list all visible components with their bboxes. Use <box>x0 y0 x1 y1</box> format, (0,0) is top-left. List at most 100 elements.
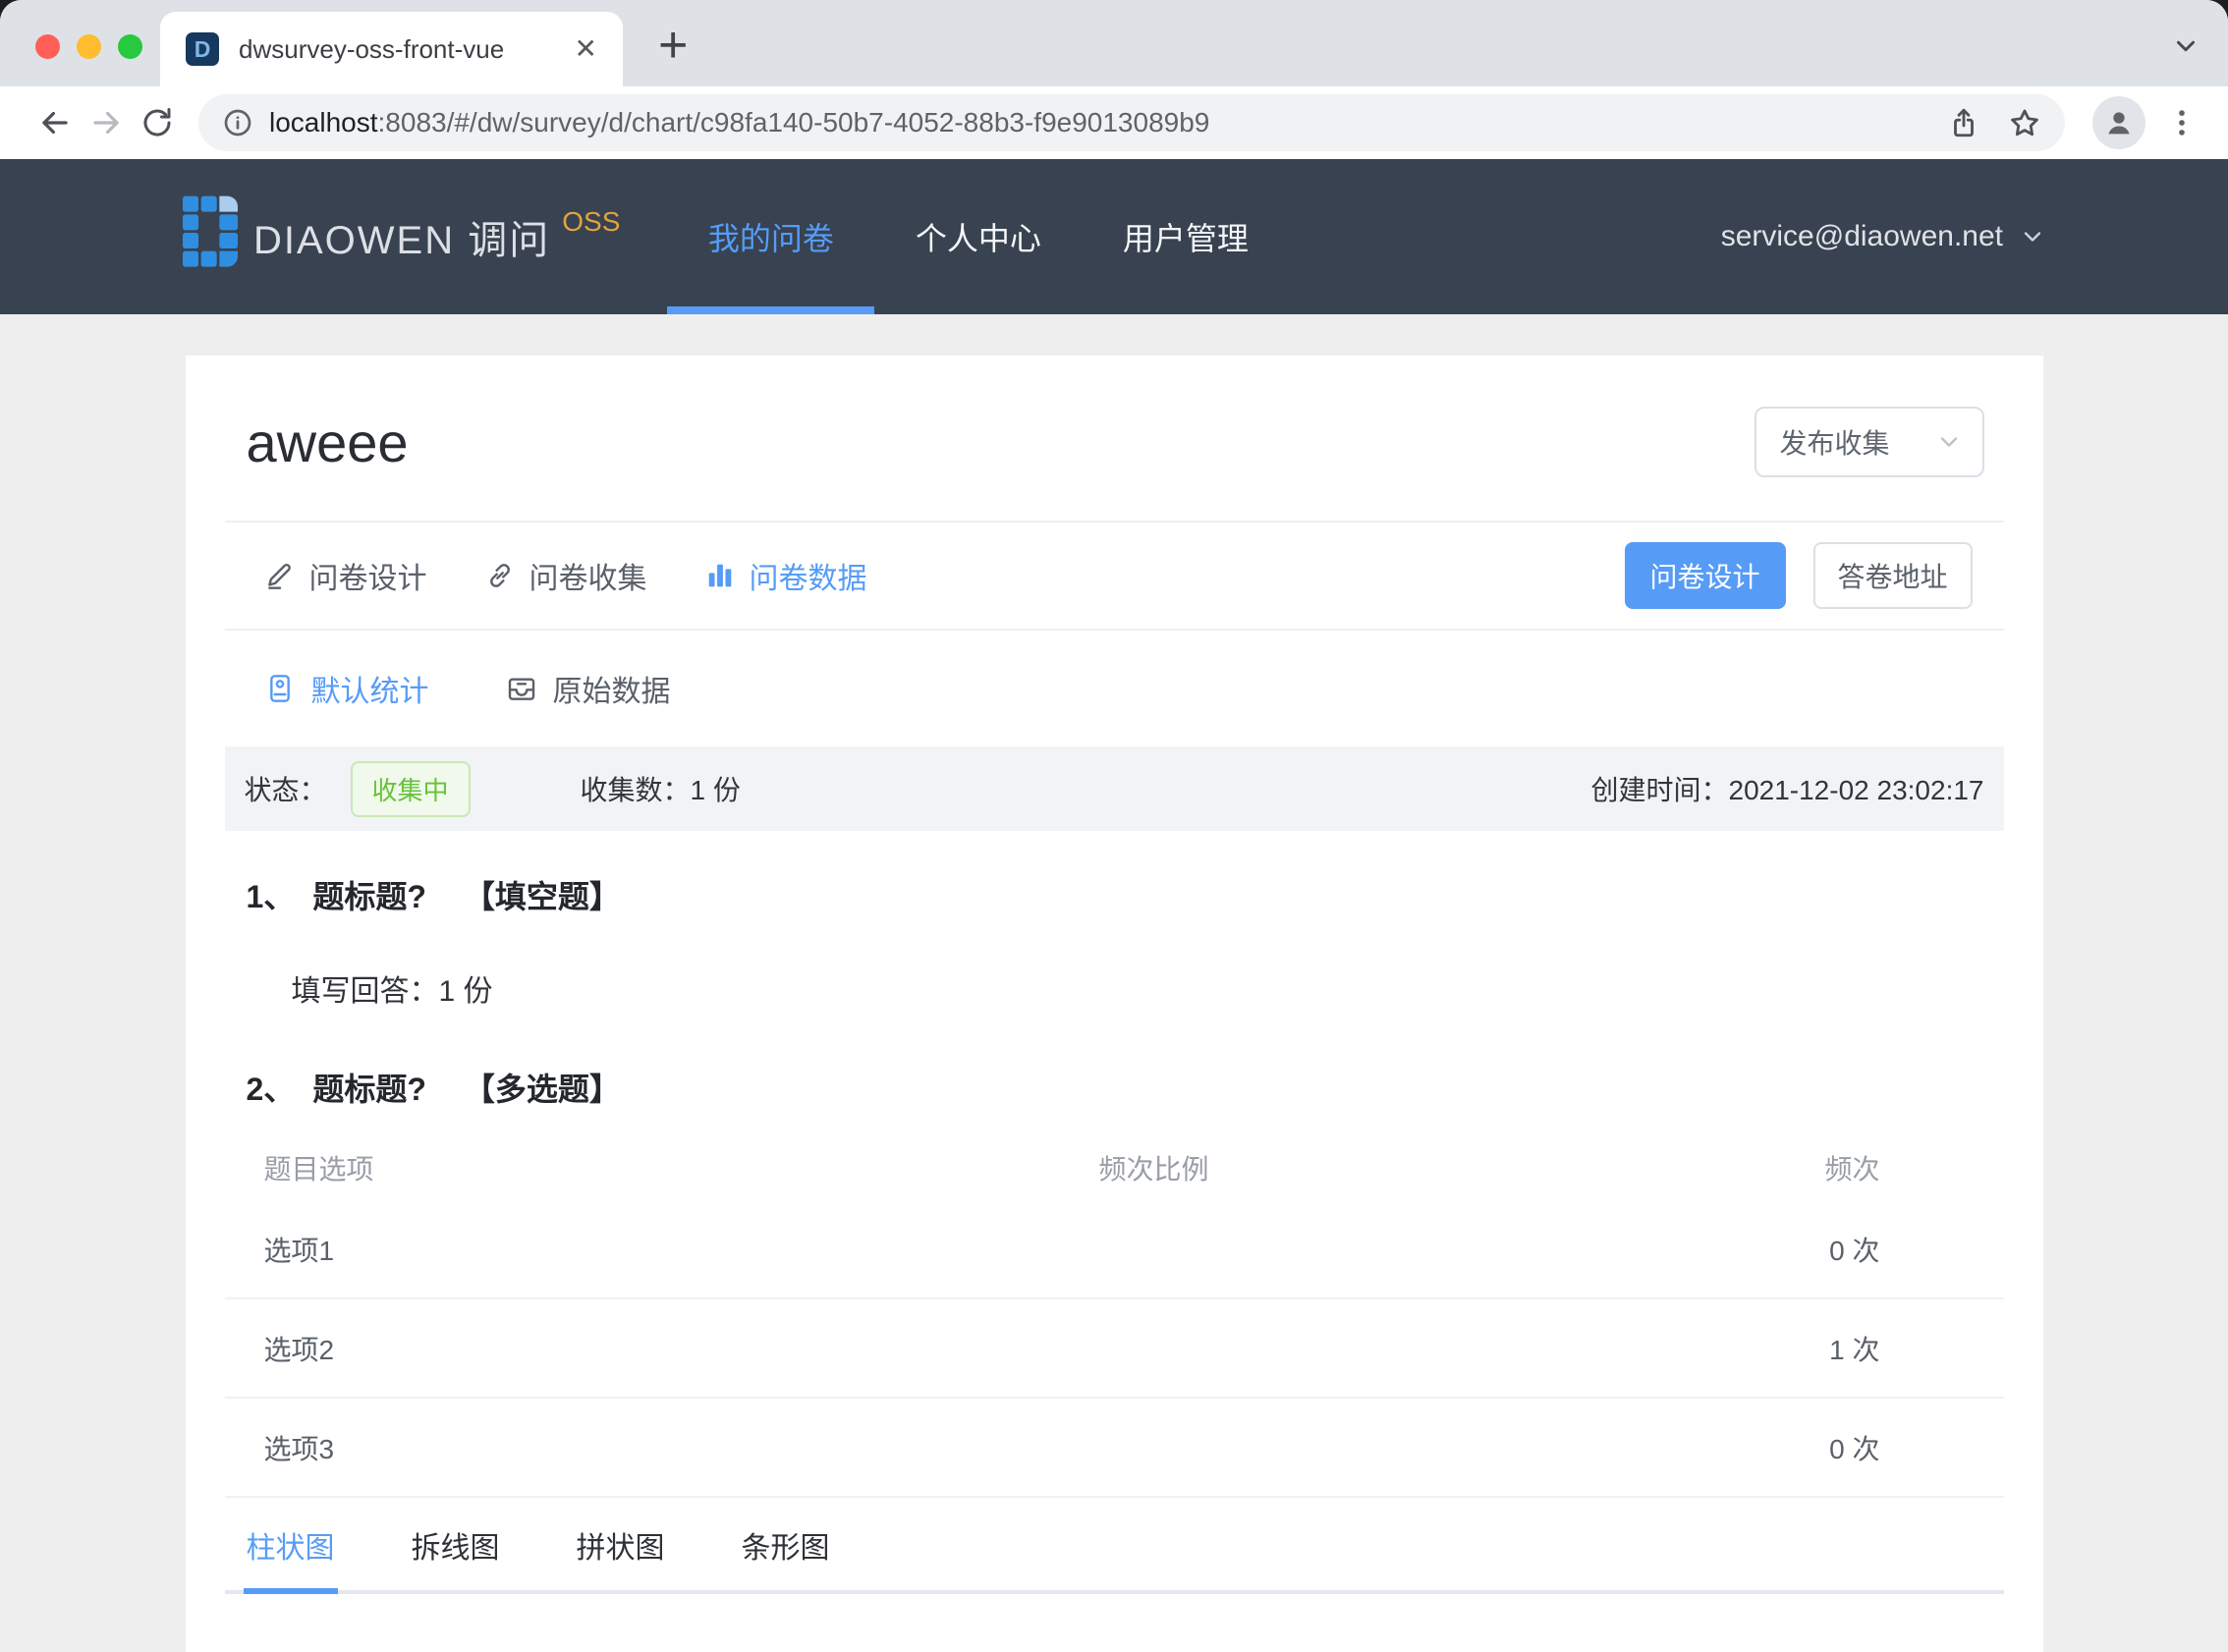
user-email: service@diaowen.net <box>1720 220 2003 252</box>
bookmark-star-icon[interactable] <box>2008 106 2041 139</box>
browser-window: D dwsurvey-oss-front-vue ✕ + localhost:8… <box>0 0 2228 1652</box>
tab-search-chevron-icon[interactable] <box>2171 31 2200 61</box>
browser-tab[interactable]: D dwsurvey-oss-front-vue ✕ <box>160 12 623 86</box>
tab-survey-data[interactable]: 问卷数据 <box>704 554 867 597</box>
chart-tab-pie[interactable]: 拼状图 <box>577 1523 665 1567</box>
card-header: aweee 发布收集 <box>225 356 2004 521</box>
option-label: 选项3 <box>263 1433 335 1464</box>
favicon: D <box>186 32 219 66</box>
answer-url-button[interactable]: 答卷地址 <box>1812 542 1973 609</box>
profile-avatar[interactable] <box>2092 96 2145 149</box>
frequency-value: 1 次 <box>1829 1334 1880 1365</box>
status-badge: 收集中 <box>350 760 471 817</box>
table-row: 选项3 0.00% 0 次 <box>224 1399 2004 1498</box>
header-option: 题目选项 <box>263 1154 374 1184</box>
tab-label: 问卷设计 <box>308 563 427 595</box>
close-window-button[interactable] <box>35 34 60 59</box>
tag-icon <box>269 675 290 702</box>
collect-count-label: 收集数： <box>580 775 691 805</box>
url-path: :8083/#/dw/survey/d/chart/c98fa140-50b7-… <box>377 107 1210 138</box>
close-tab-icon[interactable]: ✕ <box>575 35 597 63</box>
zoom-window-button[interactable] <box>118 34 142 59</box>
collect-count-value: 1 份 <box>690 775 741 805</box>
chart-tab-line[interactable]: 拆线图 <box>412 1523 500 1567</box>
nav-item-my-surveys[interactable]: 我的问卷 <box>667 159 875 314</box>
tab-title: dwsurvey-oss-front-vue <box>239 33 505 64</box>
chart-type-tabs: 柱状图 拆线图 拼状图 条形图 <box>224 1498 2004 1594</box>
brand-name: DIAOWEN 调问 <box>253 219 551 262</box>
survey-design-button[interactable]: 问卷设计 <box>1624 542 1786 609</box>
chevron-down-icon <box>1935 428 1963 456</box>
frequency-value: 0 次 <box>1829 1433 1880 1464</box>
nav-item-user-management[interactable]: 用户管理 <box>1082 159 1289 314</box>
brand-logo <box>183 195 238 267</box>
user-menu[interactable]: service@diaowen.net <box>1721 220 2046 253</box>
reload-button[interactable] <box>132 97 183 148</box>
status-bar: 状态： 收集中 收集数：1 份 创建时间：2021-12-02 23:02:17 <box>224 746 2004 831</box>
tab-label: 问卷收集 <box>529 563 647 595</box>
nav-item-personal-center[interactable]: 个人中心 <box>874 159 1082 314</box>
publish-select[interactable]: 发布收集 <box>1754 407 1984 477</box>
survey-title: aweee <box>246 411 409 473</box>
site-info-icon[interactable] <box>222 107 253 138</box>
new-tab-button[interactable]: + <box>658 20 688 71</box>
chevron-down-icon <box>2019 223 2046 250</box>
status-label: 状态： <box>244 775 327 805</box>
publish-select-value: 发布收集 <box>1779 428 1890 459</box>
frequency-value: 0 次 <box>1829 1235 1880 1266</box>
edit-icon <box>267 564 291 589</box>
inbox-icon <box>508 678 534 700</box>
tab-label: 问卷数据 <box>749 563 867 595</box>
chart-tab-bar[interactable]: 条形图 <box>742 1523 830 1567</box>
link-icon <box>489 564 510 587</box>
created-time-label: 创建时间： <box>1590 775 1729 805</box>
browser-toolbar: localhost:8083/#/dw/survey/d/chart/c98fa… <box>0 86 2228 159</box>
url-text: localhost:8083/#/dw/survey/d/chart/c98fa… <box>269 107 1920 138</box>
brand: DIAOWEN 调问 OSS <box>183 195 620 278</box>
share-icon[interactable] <box>1947 106 1980 139</box>
table-header: 题目选项 频次比例 频次 <box>225 1135 2004 1200</box>
tab-survey-design[interactable]: 问卷设计 <box>264 554 427 597</box>
app-navbar: DIAOWEN 调问 OSS 我的问卷 个人中心 用户管理 service@di… <box>0 159 2228 314</box>
option-label: 选项1 <box>263 1235 335 1266</box>
page-background: aweee 发布收集 问卷设计 问卷收集 问卷数据 问卷设计 答卷地址 默认统计… <box>0 314 2228 1652</box>
question-1-heading: 1、 题标题? 【填空题】 <box>247 872 2004 917</box>
answer-value: 1 份 <box>438 975 493 1008</box>
window-controls <box>35 34 142 59</box>
created-time: 创建时间：2021-12-02 23:02:17 <box>1590 769 1983 808</box>
question-type: 【填空题】 <box>463 879 621 914</box>
subtab-raw-data[interactable]: 原始数据 <box>506 667 671 710</box>
chart-tab-column[interactable]: 柱状图 <box>243 1523 338 1594</box>
url-host: localhost <box>269 107 378 138</box>
tab-survey-collect[interactable]: 问卷收集 <box>484 554 647 597</box>
created-time-value: 2021-12-02 23:02:17 <box>1728 775 1984 805</box>
bar-chart-icon <box>708 564 731 587</box>
header-frequency-ratio: 频次比例 <box>1098 1154 1209 1184</box>
answer-table: 题目选项 频次比例 频次 选项1 0.00% 0 次 选项2 100.00% 1… <box>224 1135 2004 1498</box>
stats-subtabs: 默认统计 原始数据 <box>225 631 2004 746</box>
back-button[interactable] <box>29 97 81 148</box>
survey-tabs: 问卷设计 问卷收集 问卷数据 问卷设计 答卷地址 <box>225 523 2004 629</box>
collect-count: 收集数：1 份 <box>581 769 741 808</box>
url-bar[interactable]: localhost:8083/#/dw/survey/d/chart/c98fa… <box>198 94 2065 151</box>
table-row: 选项2 100.00% 1 次 <box>224 1299 2004 1399</box>
header-frequency: 频次 <box>1824 1154 1880 1184</box>
question-index: 1、 <box>246 879 296 914</box>
minimize-window-button[interactable] <box>77 34 101 59</box>
survey-card: aweee 发布收集 问卷设计 问卷收集 问卷数据 问卷设计 答卷地址 默认统计… <box>185 356 2043 1652</box>
question-1-answer: 填写回答：1 份 <box>292 966 2004 1010</box>
subtab-label: 默认统计 <box>310 676 429 708</box>
subtab-label: 原始数据 <box>552 676 671 708</box>
table-row: 选项1 0.00% 0 次 <box>224 1200 2004 1299</box>
brand-badge: OSS <box>562 206 621 237</box>
question-title: 题标题? <box>312 1072 426 1107</box>
subtab-default-stats[interactable]: 默认统计 <box>264 667 429 710</box>
question-type: 【多选题】 <box>463 1072 621 1107</box>
forward-button[interactable] <box>81 97 132 148</box>
main-menu: 我的问卷 个人中心 用户管理 <box>667 159 1289 314</box>
question-index: 2、 <box>246 1072 296 1107</box>
browser-menu-button[interactable] <box>2165 106 2199 139</box>
question-2-heading: 2、 题标题? 【多选题】 <box>247 1065 2004 1110</box>
answer-label: 填写回答： <box>291 975 439 1008</box>
question-title: 题标题? <box>312 879 426 914</box>
